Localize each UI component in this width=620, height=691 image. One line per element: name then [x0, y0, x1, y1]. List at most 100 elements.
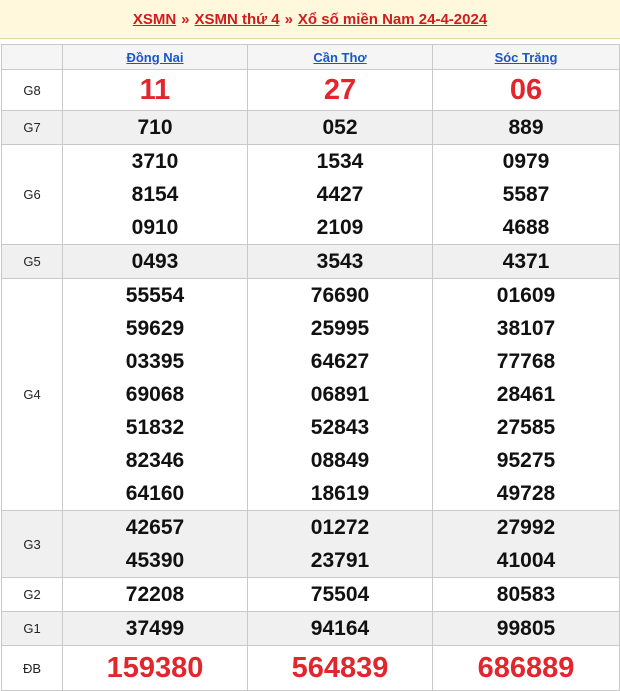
result-number: 37499 [125, 617, 185, 640]
prize-label: G7 [1, 110, 63, 145]
prize-label: G3 [1, 510, 63, 578]
result-number: 06 [509, 74, 543, 106]
prize-row-g2: G2 72208 75504 80583 [1, 577, 620, 612]
prize-cell: 0979 5587 4688 [432, 144, 620, 245]
special-prize-number: 564839 [291, 652, 389, 684]
result-number: 710 [137, 116, 173, 139]
prize-row-g7: G7 710 052 889 [1, 110, 620, 145]
result-number: 3710 [131, 150, 179, 173]
result-number: 0910 [131, 216, 179, 239]
result-number: 4688 [502, 216, 550, 239]
breadcrumb-link-xsmn-date[interactable]: Xổ số miền Nam 24-4-2024 [298, 11, 487, 28]
result-number: 0979 [502, 150, 550, 173]
breadcrumb-separator: » [181, 10, 190, 28]
result-number: 82346 [125, 449, 185, 472]
prize-cell: 052 [247, 110, 433, 145]
result-number: 42657 [125, 516, 185, 539]
province-link-dong-nai[interactable]: Đồng Nai [126, 50, 183, 65]
breadcrumb-separator: » [284, 10, 293, 28]
prize-cell: 159380 [62, 645, 248, 691]
prize-cell: 0493 [62, 244, 248, 279]
prize-cell: 1534 4427 2109 [247, 144, 433, 245]
result-number: 27992 [496, 516, 556, 539]
result-number: 45390 [125, 549, 185, 572]
breadcrumb-link-xsmn[interactable]: XSMN [133, 11, 176, 28]
prize-row-g8: G8 11 27 06 [1, 69, 620, 111]
breadcrumb-link-xsmn-thu4[interactable]: XSMN thứ 4 [195, 11, 280, 28]
prize-cell: 889 [432, 110, 620, 145]
result-number: 51832 [125, 416, 185, 439]
result-number: 59629 [125, 317, 185, 340]
prize-cell: 27 [247, 69, 433, 111]
result-number: 27 [323, 74, 357, 106]
result-number: 1534 [316, 150, 364, 173]
result-number: 03395 [125, 350, 185, 373]
prize-label: G4 [1, 278, 63, 511]
prize-cell: 3710 8154 0910 [62, 144, 248, 245]
result-number: 4427 [316, 183, 364, 206]
prize-cell: 710 [62, 110, 248, 145]
result-number: 18619 [310, 482, 370, 505]
result-number: 889 [508, 116, 544, 139]
prize-cell: 686889 [432, 645, 620, 691]
province-header: Sóc Trăng [432, 44, 620, 70]
prize-row-g3: G3 42657 45390 01272 23791 27992 41004 [1, 510, 620, 578]
result-number: 64627 [310, 350, 370, 373]
result-number: 01609 [496, 284, 556, 307]
prize-cell: 80583 [432, 577, 620, 612]
prize-cell: 11 [62, 69, 248, 111]
prize-cell: 01272 23791 [247, 510, 433, 578]
prize-cell: 42657 45390 [62, 510, 248, 578]
province-link-can-tho[interactable]: Cần Thơ [313, 50, 366, 65]
results-table: Đồng Nai Cần Thơ Sóc Trăng G8 11 27 06 G… [1, 44, 620, 691]
corner-cell [1, 44, 63, 70]
result-number: 06891 [310, 383, 370, 406]
result-number: 23791 [310, 549, 370, 572]
result-number: 77768 [496, 350, 556, 373]
breadcrumb: XSMN » XSMN thứ 4 » Xổ số miền Nam 24-4-… [0, 0, 620, 39]
prize-cell: 4371 [432, 244, 620, 279]
result-number: 052 [322, 116, 358, 139]
prize-row-g1: G1 37499 94164 99805 [1, 611, 620, 646]
prize-cell: 72208 [62, 577, 248, 612]
prize-cell: 27992 41004 [432, 510, 620, 578]
prize-cell: 3543 [247, 244, 433, 279]
special-prize-number: 686889 [477, 652, 575, 684]
province-header: Đồng Nai [62, 44, 248, 70]
result-number: 64160 [125, 482, 185, 505]
result-number: 4371 [502, 250, 550, 273]
result-number: 41004 [496, 549, 556, 572]
prize-cell: 75504 [247, 577, 433, 612]
prize-row-g4: G4 55554 59629 03395 69068 51832 82346 6… [1, 278, 620, 511]
prize-row-g6: G6 3710 8154 0910 1534 4427 2109 0979 55… [1, 144, 620, 245]
prize-label: G2 [1, 577, 63, 612]
result-number: 11 [139, 74, 171, 106]
result-number: 72208 [125, 583, 185, 606]
prize-cell: 76690 25995 64627 06891 52843 08849 1861… [247, 278, 433, 511]
prize-cell: 37499 [62, 611, 248, 646]
result-number: 80583 [496, 583, 556, 606]
result-number: 25995 [310, 317, 370, 340]
result-number: 28461 [496, 383, 556, 406]
prize-cell: 06 [432, 69, 620, 111]
prize-row-db: ĐB 159380 564839 686889 [1, 645, 620, 691]
result-number: 75504 [310, 583, 370, 606]
prize-label: G6 [1, 144, 63, 245]
prize-cell: 01609 38107 77768 28461 27585 95275 4972… [432, 278, 620, 511]
result-number: 94164 [310, 617, 370, 640]
result-number: 99805 [496, 617, 556, 640]
special-prize-number: 159380 [106, 652, 204, 684]
result-number: 3543 [316, 250, 364, 273]
prize-label: G1 [1, 611, 63, 646]
prize-cell: 564839 [247, 645, 433, 691]
results-page: XSMN » XSMN thứ 4 » Xổ số miền Nam 24-4-… [0, 0, 620, 691]
result-number: 38107 [496, 317, 556, 340]
prize-row-g5: G5 0493 3543 4371 [1, 244, 620, 279]
prize-label: ĐB [1, 645, 63, 691]
result-number: 01272 [310, 516, 370, 539]
result-number: 8154 [131, 183, 179, 206]
result-number: 76690 [310, 284, 370, 307]
result-number: 52843 [310, 416, 370, 439]
province-link-soc-trang[interactable]: Sóc Trăng [495, 50, 558, 65]
result-number: 55554 [125, 284, 185, 307]
